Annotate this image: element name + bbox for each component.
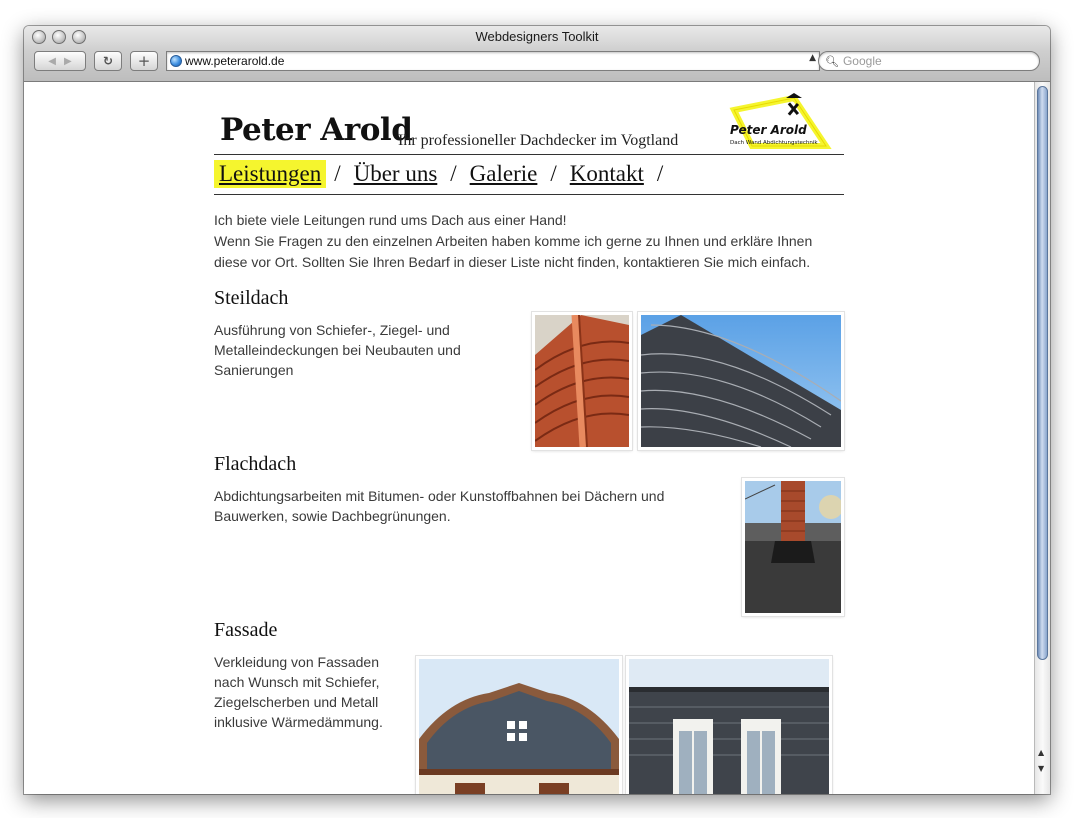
section-text-fassade: Verkleidung von Fassaden nach Wunsch mit… <box>214 654 383 730</box>
reload-button[interactable]: ↻ <box>94 51 122 71</box>
search-placeholder: Google <box>842 54 882 68</box>
nav-item-galerie[interactable]: Galerie <box>465 160 543 188</box>
section-text-steildach: Ausführung von Schiefer-, Ziegel- und Me… <box>214 322 461 378</box>
company-logo: Peter Arold Dach Wand Abdichtungstechnik <box>729 93 832 149</box>
section-text-flachdach: Abdichtungsarbeiten mit Bitumen- oder Ku… <box>214 488 665 524</box>
title-bar: Webdesigners Toolkit ◀ ▶ ↻ + www.peteraro… <box>24 26 1050 82</box>
nav-separator: / <box>450 161 457 186</box>
intro-line-1: Ich biete viele Leitungen rund ums Dach … <box>214 212 567 228</box>
nav-separator: / <box>334 161 341 186</box>
section-title-steildach: Steildach <box>214 287 289 309</box>
slate-facade-windows-photo[interactable] <box>626 656 832 794</box>
logo-subtitle: Dach Wand Abdichtungstechnik <box>730 140 818 146</box>
scroll-down-icon[interactable]: ▼ <box>1038 764 1044 773</box>
intro-text: Ich biete viele Leitungen rund ums Dach … <box>214 210 844 273</box>
nav-divider <box>214 194 844 195</box>
scrollbar-thumb[interactable] <box>1037 86 1048 660</box>
url-text[interactable]: www.peterarold.de <box>185 54 284 68</box>
add-bookmark-button[interactable]: + <box>130 51 158 71</box>
red-tile-roof-photo[interactable] <box>532 312 632 450</box>
section-title-flachdach: Flachdach <box>214 453 297 475</box>
browser-window: Webdesigners Toolkit ◀ ▶ ↻ + www.peteraro… <box>24 26 1050 794</box>
site-brand: Peter Arold <box>220 112 413 148</box>
search-field[interactable]: 🔍︎ Google <box>818 51 1040 71</box>
nav-separator: / <box>550 161 557 186</box>
page-viewport: Peter Arold Ihr professioneller Dachdeck… <box>24 82 1034 794</box>
address-bar[interactable]: www.peterarold.de ▲ <box>166 51 820 71</box>
nav-item-kontakt[interactable]: Kontakt <box>565 160 649 188</box>
intro-line-2: Wenn Sie Fragen zu den einzelnen Arbeite… <box>214 233 813 270</box>
nav-separator: / <box>656 161 664 186</box>
header-divider <box>214 154 844 155</box>
scroll-up-icon[interactable]: ▲ <box>1038 748 1044 757</box>
globe-icon <box>170 55 182 67</box>
plus-icon: + <box>137 52 151 70</box>
main-navigation: Leistungen / Über uns / Galerie / Kontak… <box>214 158 671 190</box>
vertical-scrollbar[interactable]: ▲ ▼ <box>1034 82 1050 794</box>
slate-roof-photo[interactable] <box>638 312 844 450</box>
caret-up-icon[interactable]: ▲ <box>809 53 816 63</box>
search-icon[interactable]: 🔍︎ <box>825 55 839 68</box>
reload-icon: ↻ <box>102 54 114 68</box>
forward-arrow-icon[interactable]: ▶ <box>60 56 76 67</box>
back-arrow-icon[interactable]: ◀ <box>44 56 60 67</box>
nav-item-leistungen[interactable]: Leistungen <box>214 160 327 188</box>
section-title-fassade: Fassade <box>214 619 278 641</box>
logo-name: Peter Arold <box>730 123 807 137</box>
back-forward-buttons[interactable]: ◀ ▶ <box>34 51 86 71</box>
gable-facade-photo[interactable] <box>416 656 622 794</box>
site-tagline: Ihr professioneller Dachdecker im Vogtla… <box>398 132 679 149</box>
window-title: Webdesigners Toolkit <box>475 29 599 44</box>
chimney-flat-roof-photo[interactable] <box>742 478 844 616</box>
nav-item-ueber-uns[interactable]: Über uns <box>349 160 443 188</box>
